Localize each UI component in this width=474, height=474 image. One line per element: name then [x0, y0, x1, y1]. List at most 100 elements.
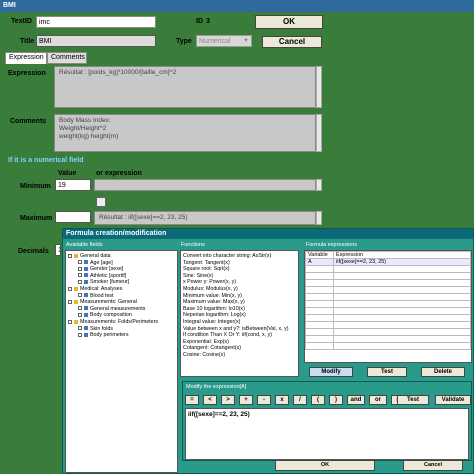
- operator-button[interactable]: +: [239, 395, 253, 405]
- fields-tree[interactable]: General data Age [age] Gender [sexe] Athlet…: [65, 250, 178, 473]
- textid-field[interactable]: imc: [36, 16, 156, 28]
- validate-button[interactable]: Validate: [435, 395, 471, 405]
- tree-item[interactable]: Body perimeters: [68, 332, 175, 339]
- minimum-scrollbar[interactable]: [316, 179, 322, 191]
- expression-scrollbar[interactable]: [316, 66, 322, 108]
- column-header: Expression: [333, 251, 471, 259]
- tab-comments[interactable]: Comments: [47, 52, 87, 64]
- tree-item[interactable]: Blood test: [68, 293, 175, 300]
- expressions-table[interactable]: Variable Expression Aiif([sexe]==2, 23, 2…: [304, 250, 472, 363]
- expression-area[interactable]: Résultat : [poids_kg]*10000/[taille_cm]^…: [54, 66, 316, 108]
- tree-item[interactable]: Age [age]: [68, 260, 175, 267]
- tree-folder[interactable]: Measurements: Folds/Perimeters: [68, 319, 175, 326]
- operator-button[interactable]: or: [369, 395, 387, 405]
- expression-editor[interactable]: iif([sexe]==2, 23, 25): [185, 408, 469, 460]
- function-item[interactable]: Square root: Sqrt(x): [183, 266, 296, 273]
- folder-icon: [74, 286, 78, 291]
- function-item[interactable]: Neperian logarithm: Log(x): [183, 312, 296, 319]
- function-item[interactable]: Minimum value: Min(x, y): [183, 293, 296, 300]
- operator-button[interactable]: -: [257, 395, 271, 405]
- function-item[interactable]: Cotangent: Cotangent(x): [183, 345, 296, 352]
- operator-button[interactable]: <: [203, 395, 217, 405]
- field-group-icon: [84, 332, 88, 337]
- tree-item[interactable]: Skin folds: [68, 326, 175, 333]
- function-item[interactable]: Sine: Sine(x): [183, 273, 296, 280]
- expand-toggle-icon[interactable]: [78, 306, 82, 311]
- tab-expression[interactable]: Expression: [5, 52, 47, 64]
- tree-label: Blood test: [90, 292, 114, 299]
- operator-button[interactable]: ): [329, 395, 343, 405]
- expand-toggle-icon[interactable]: [68, 299, 72, 304]
- id-value: 3: [206, 18, 210, 25]
- tree-folder[interactable]: General data: [68, 253, 175, 260]
- delete-button[interactable]: Delete: [421, 367, 465, 377]
- tree-item[interactable]: Gender [sexe]: [68, 266, 175, 273]
- expand-toggle-icon[interactable]: [78, 266, 82, 271]
- minimum-expression-field[interactable]: [94, 179, 316, 191]
- expand-toggle-icon[interactable]: [78, 279, 82, 284]
- decimals-field[interactable]: 1: [55, 244, 61, 256]
- operator-button[interactable]: (: [311, 395, 325, 405]
- tree-label: Body perimeters: [90, 332, 129, 339]
- operator-bar: =<>+-x/()andornoTestValidate: [185, 395, 471, 405]
- expand-toggle-icon[interactable]: [78, 332, 82, 337]
- expand-toggle-icon[interactable]: [78, 326, 82, 331]
- comments-area[interactable]: Body Mass Index: Weight/Height^2 weight(…: [54, 114, 316, 152]
- minimum-value-field[interactable]: 19: [55, 179, 91, 191]
- operator-button[interactable]: and: [347, 395, 365, 405]
- functions-list[interactable]: Convert into character string: AsStr(x) T…: [180, 250, 299, 377]
- ok-button[interactable]: OK: [255, 15, 323, 29]
- function-item[interactable]: Exponential: Exp(x): [183, 339, 296, 346]
- folder-icon: [74, 253, 78, 258]
- function-item[interactable]: Convert into character string: AsStr(x): [183, 253, 296, 260]
- comments-scrollbar[interactable]: [316, 114, 322, 152]
- tree-item[interactable]: Smoker [fumeur]: [68, 279, 175, 286]
- operator-button[interactable]: >: [221, 395, 235, 405]
- edit-formula-icon[interactable]: [96, 197, 106, 207]
- expand-toggle-icon[interactable]: [68, 286, 72, 291]
- table-row[interactable]: Aiif([sexe]==2, 23, 25): [305, 258, 471, 266]
- expand-toggle-icon[interactable]: [78, 260, 82, 265]
- dialog-cancel-button[interactable]: Cancel: [403, 460, 463, 471]
- tree-item[interactable]: Body composition: [68, 312, 175, 319]
- operator-button[interactable]: /: [293, 395, 307, 405]
- modify-button[interactable]: Modify: [309, 367, 353, 377]
- maximum-expression-field[interactable]: Résultat : iif([sexe]==2, 23, 25): [94, 211, 316, 225]
- expand-toggle-icon[interactable]: [78, 293, 82, 298]
- tree-label: Age [age]: [90, 259, 113, 266]
- window-title: BMI: [0, 0, 474, 12]
- function-item[interactable]: Base 10 logarithm: lo10(x): [183, 306, 296, 313]
- maximum-value-field[interactable]: [55, 211, 91, 223]
- operator-button[interactable]: x: [275, 395, 289, 405]
- tree-label: Measurements: Folds/Perimeters: [80, 318, 159, 325]
- tree-item[interactable]: General measurements: [68, 306, 175, 313]
- dialog-ok-button[interactable]: OK: [275, 460, 375, 471]
- function-item[interactable]: Value between x and y?: isBetween(Val, x…: [183, 326, 296, 333]
- expand-toggle-icon[interactable]: [68, 319, 72, 324]
- tree-label: Gender [sexe]: [90, 266, 124, 273]
- expand-toggle-icon[interactable]: [68, 253, 72, 258]
- maximum-scrollbar[interactable]: [316, 211, 322, 225]
- tree-folder[interactable]: Medical: Analyses: [68, 286, 175, 293]
- test-expression-button[interactable]: Test: [397, 395, 429, 405]
- fields-title: Available fields: [66, 242, 103, 248]
- test-button[interactable]: Test: [367, 367, 407, 377]
- tree-folder[interactable]: Measurements: General: [68, 299, 175, 306]
- cancel-button[interactable]: Cancel: [262, 36, 322, 48]
- function-item[interactable]: Integral value: Integer(x): [183, 319, 296, 326]
- operator-button[interactable]: =: [185, 395, 199, 405]
- tree-label: Medical: Analyses: [80, 285, 123, 292]
- function-item[interactable]: Maximum value: Max(x, y): [183, 299, 296, 306]
- tree-item[interactable]: Athletic [sportif]: [68, 273, 175, 280]
- function-item[interactable]: Modulus: Modulus(x, y): [183, 286, 296, 293]
- expand-toggle-icon[interactable]: [78, 273, 82, 278]
- tree-label: Smoker [fumeur]: [90, 279, 130, 286]
- function-item[interactable]: If condition Than X Or Y: iif(cond, x, y…: [183, 332, 296, 339]
- expand-toggle-icon[interactable]: [78, 312, 82, 317]
- type-select[interactable]: Numerical ▼: [196, 35, 252, 47]
- function-item[interactable]: Cosine: Cosine(x): [183, 352, 296, 359]
- function-item[interactable]: x Power y: Power(x, y): [183, 279, 296, 286]
- title-field[interactable]: BMI: [36, 35, 156, 47]
- function-item[interactable]: Tangent: Tangent(x): [183, 260, 296, 267]
- table-cell: iif([sexe]==2, 23, 25): [333, 258, 471, 266]
